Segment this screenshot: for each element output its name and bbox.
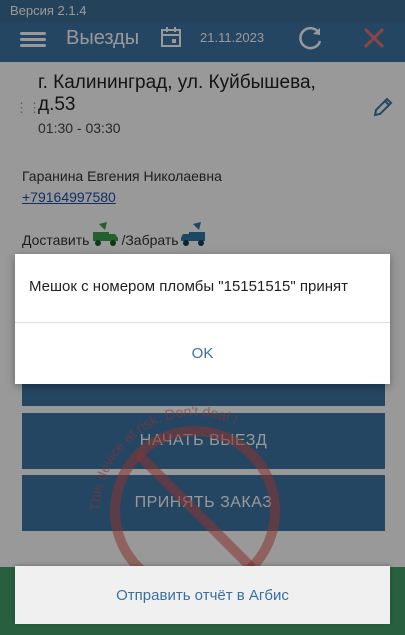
confirmation-dialog: Мешок с номером пломбы "15151515" принят… bbox=[15, 254, 390, 384]
dialog-ok-button[interactable]: OK bbox=[15, 323, 390, 384]
send-report-button[interactable]: Отправить отчёт в Агбис bbox=[15, 566, 390, 624]
dialog-message: Мешок с номером пломбы "15151515" принят bbox=[29, 278, 348, 295]
